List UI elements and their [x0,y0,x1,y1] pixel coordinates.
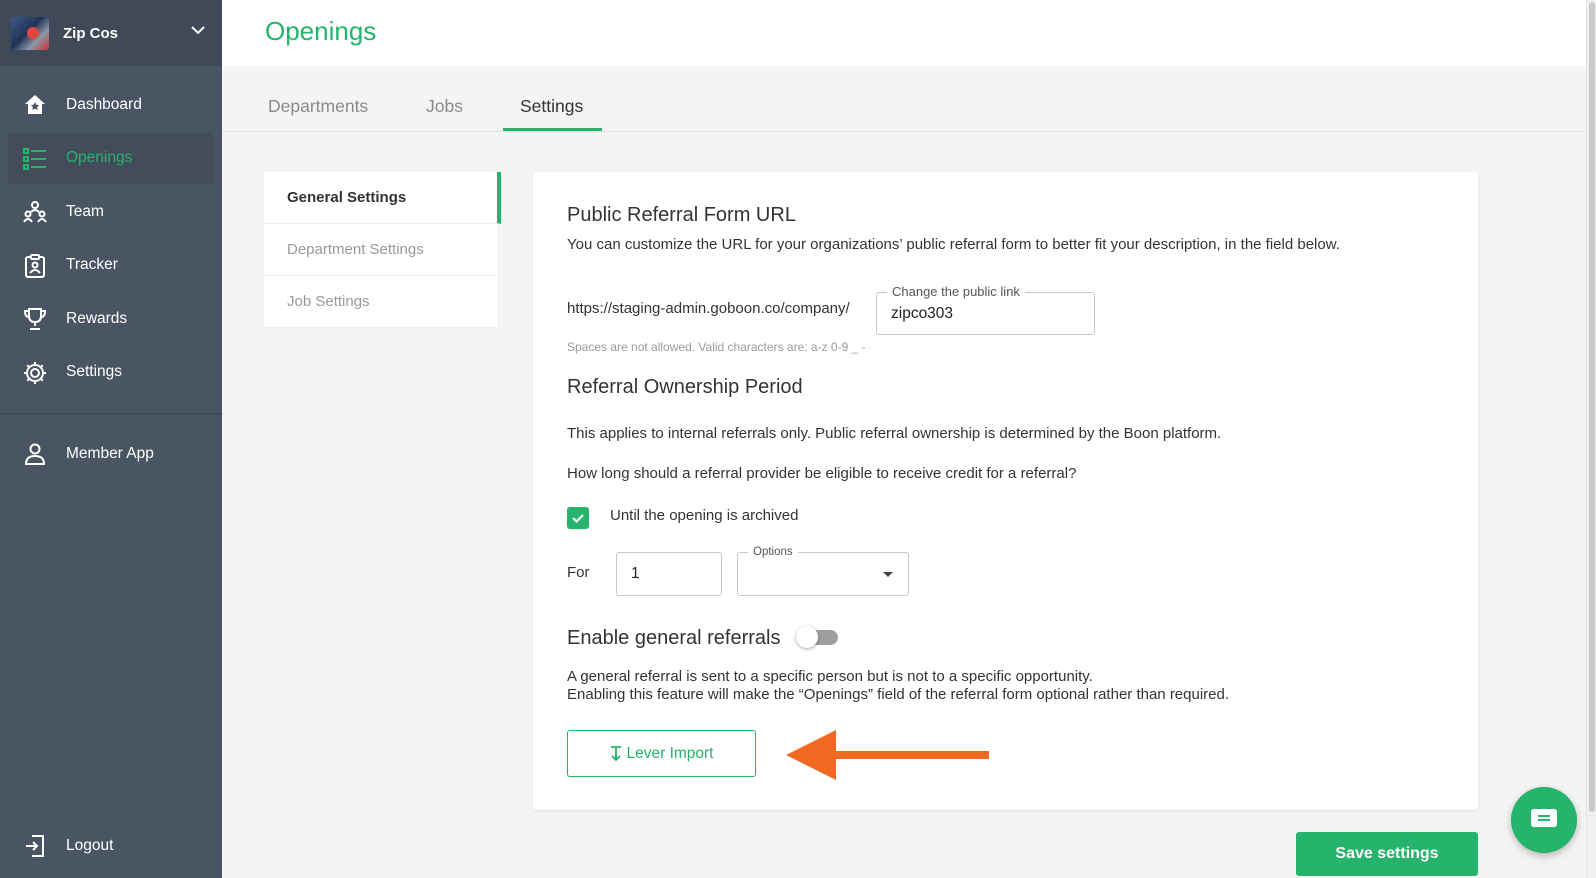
public-url-heading: Public Referral Form URL [567,204,796,226]
sidebar-item-label: Team [66,202,104,220]
general-referrals-line1: A general referral is sent to a specific… [567,668,1093,685]
org-switcher[interactable]: Zip Cos [0,0,222,66]
general-referrals-toggle[interactable] [796,622,840,652]
for-label: For [567,564,590,581]
settings-menu-job[interactable]: Job Settings [264,276,497,328]
sidebar-item-tracker[interactable]: Tracker [8,240,214,291]
ownership-heading: Referral Ownership Period [567,376,803,398]
for-value: 1 [631,565,640,582]
sidebar-item-label: Tracker [66,256,118,273]
sidebar-item-team[interactable]: Team [8,186,214,237]
page-title: Openings [265,16,377,46]
check-icon [572,514,584,524]
settings-menu-department[interactable]: Department Settings [264,224,497,276]
sidebar: Zip Cos Dashboard Openings Team Tracker … [0,0,222,878]
annotation-arrow-icon [786,730,989,780]
sidebar-item-label: Dashboard [66,95,142,113]
active-tab-indicator [503,128,602,131]
sidebar-item-settings[interactable]: Settings [8,347,214,398]
org-logo [11,16,49,50]
page-scrollbar[interactable] [1586,0,1596,878]
sidebar-item-rewards[interactable]: Rewards [8,293,214,344]
chevron-down-icon[interactable] [190,22,206,38]
clipboard-icon [25,253,45,278]
sidebar-item-label: Member App [66,444,154,462]
sidebar-item-member-app[interactable]: Member App [8,428,214,479]
for-value-input[interactable]: 1 [616,552,722,596]
home-icon [25,95,45,114]
archived-checkbox-label: Until the opening is archived [610,507,799,524]
archived-checkbox[interactable] [567,507,589,529]
sidebar-nav: Dashboard Openings Team Tracker Rewards … [0,79,222,400]
public-link-hint: Spaces are not allowed. Valid characters… [567,340,866,354]
list-icon [23,147,46,170]
org-name: Zip Cos [63,24,118,42]
sidebar-item-label: Settings [66,363,123,380]
general-settings-card: Public Referral Form URL You can customi… [533,172,1478,810]
sidebar-item-dashboard[interactable]: Dashboard [8,79,214,130]
gear-icon [24,361,46,384]
chat-icon [1531,809,1557,827]
public-url-prefix: https://staging-admin.goboon.co/company/ [567,300,850,317]
public-link-label: Change the public link [887,284,1025,300]
person-icon [24,443,46,465]
tab-jobs[interactable]: Jobs [426,96,463,117]
tab-bar: Departments Jobs Settings [222,66,1586,132]
chat-button[interactable] [1511,787,1577,853]
options-select[interactable]: Options [737,544,909,596]
tab-settings[interactable]: Settings [520,96,583,117]
public-url-description: You can customize the URL for your organ… [567,236,1340,253]
logout-icon [26,835,44,857]
save-settings-button[interactable]: Save settings [1296,832,1478,876]
lever-import-button[interactable]: Lever Import [567,730,756,777]
sidebar-item-logout[interactable]: Logout [8,824,214,868]
options-label: Options [748,544,798,560]
settings-menu: General Settings Department Settings Job… [264,172,501,328]
tab-departments[interactable]: Departments [268,96,368,117]
general-referrals-heading: Enable general referrals [567,627,781,649]
trophy-icon [23,308,47,330]
sidebar-item-label: Openings [66,149,133,166]
ownership-note: This applies to internal referrals only.… [567,425,1222,442]
sidebar-item-openings[interactable]: Openings [8,132,214,184]
public-link-value: zipco303 [891,305,954,322]
toggle-knob [796,626,818,648]
sidebar-divider [0,413,222,414]
team-icon [23,201,47,223]
download-icon [611,745,622,761]
public-link-input[interactable]: Change the public link zipco303 [876,284,1095,335]
settings-menu-general[interactable]: General Settings [264,172,501,224]
ownership-question: How long should a referral provider be e… [567,465,1077,482]
scrollbar-thumb[interactable] [1589,2,1595,812]
lever-import-label: Lever Import [626,744,714,762]
page-header: Openings [222,0,1586,66]
sidebar-item-label: Rewards [66,309,128,327]
dropdown-arrow-icon [883,572,893,577]
general-referrals-line2: Enabling this feature will make the “Ope… [567,686,1230,703]
sidebar-item-label: Logout [66,837,114,854]
